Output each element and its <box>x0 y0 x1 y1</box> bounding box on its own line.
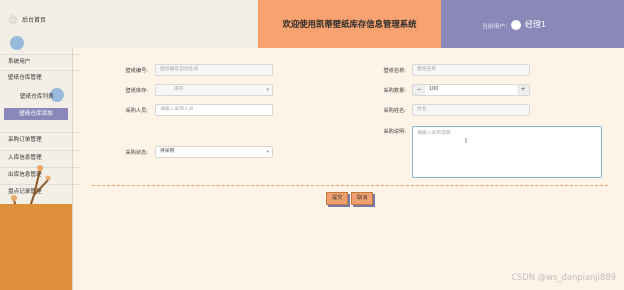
page-title: 欢迎使用凯蒂壁纸库存信息管理系统 <box>282 19 417 29</box>
current-user-label: 当前用户: <box>482 24 508 30</box>
chevron-down-icon: ▾ <box>266 87 269 93</box>
wallpaper-name-input[interactable]: 壁纸名称 <box>412 64 530 76</box>
purchase-status-select[interactable]: 待采购 ▾ <box>155 146 273 158</box>
field-label-purchase-quantity: 采购数量: <box>383 88 407 94</box>
purchase-status-value: 待采购 <box>160 149 175 154</box>
stock-select-placeholder: 库存 <box>174 87 184 92</box>
current-user-name[interactable]: 经理1 <box>525 19 546 30</box>
home-icon <box>8 14 18 24</box>
sidebar-item-warehouse[interactable]: 壁纸仓库管理 <box>0 70 80 81</box>
sidebar-item-system-users[interactable]: 系统用户 <box>0 54 80 65</box>
field-label-purchase-status: 采购状态: <box>125 150 149 156</box>
home-link[interactable]: 后台首页 <box>8 14 46 24</box>
sidebar-item-warehouse-add[interactable]: 壁纸仓库添加 <box>4 108 68 120</box>
wallpaper-id-input[interactable]: 壁纸编号自动生成 <box>155 64 273 76</box>
field-label-stock: 壁纸库存: <box>125 88 149 94</box>
field-label-purchase-note: 采购说明: <box>383 129 407 135</box>
field-label-wallpaper-id: 壁纸编号: <box>125 68 149 74</box>
quantity-increase-button[interactable]: + <box>517 85 529 95</box>
quantity-decrease-button[interactable]: − <box>413 85 425 95</box>
header-title-bar: 欢迎使用凯蒂壁纸库存信息管理系统 <box>258 0 441 48</box>
chevron-down-icon: ▾ <box>266 149 269 155</box>
field-label-purchaser: 采购人员: <box>125 108 149 114</box>
cancel-button[interactable]: 取消 <box>351 192 374 205</box>
header-left <box>72 0 258 48</box>
quantity-stepper[interactable]: − 100 + <box>412 84 530 96</box>
avatar-icon <box>511 20 521 30</box>
watermark: CSDN @ws_danpianji889 <box>511 272 616 282</box>
home-label: 后台首页 <box>22 16 47 24</box>
purchaser-input[interactable]: 请输入采购人员 <box>155 104 273 116</box>
decoration-blob <box>10 36 24 50</box>
purchase-name-input[interactable]: 姓名 <box>412 104 530 116</box>
sidebar-item-warehouse-list[interactable]: 壁纸仓库列表 <box>0 92 92 100</box>
purchase-note-textarea[interactable]: 请输入采购说明 <box>412 126 602 178</box>
sidebar: 后台首页 系统用户 壁纸仓库管理 壁纸仓库列表 壁纸仓库添加 采购订单管理 入库… <box>0 0 80 290</box>
field-label-purchase-name: 采购姓名: <box>383 108 407 114</box>
submit-button[interactable]: 提交 <box>326 192 349 205</box>
quantity-value: 100 <box>429 87 439 92</box>
sidebar-footer-band <box>0 204 72 290</box>
stock-select[interactable]: 库存 ▾ <box>155 84 273 96</box>
text-cursor-icon: I <box>465 137 468 145</box>
form-divider <box>92 185 608 186</box>
field-label-wallpaper-name: 壁纸名称: <box>383 68 407 74</box>
